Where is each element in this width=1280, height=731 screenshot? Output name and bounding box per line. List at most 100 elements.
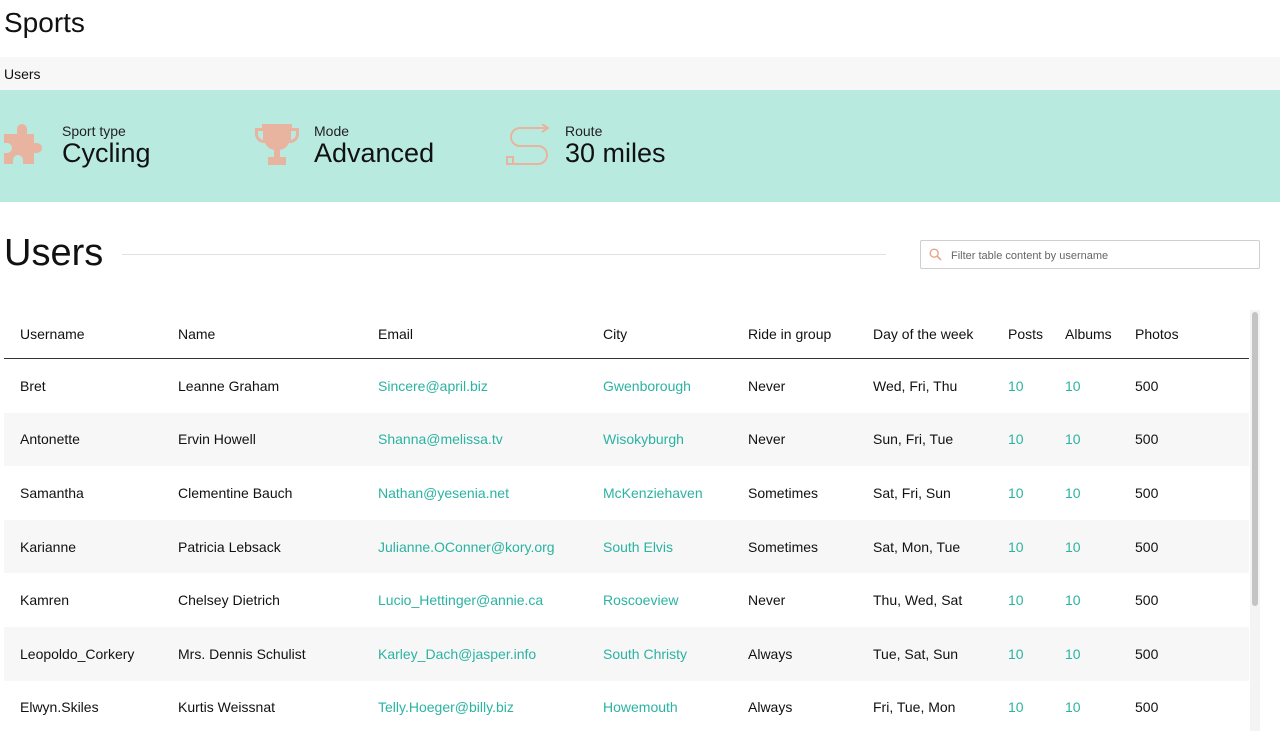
- cell-username: Elwyn.Skiles: [20, 699, 99, 716]
- cell-username: Leopoldo_Corkery: [4, 626, 162, 681]
- stat-label: Route: [565, 123, 603, 139]
- cell-email[interactable]: Lucio_Hettinger@annie.ca: [362, 573, 587, 627]
- column-header-email[interactable]: Email: [362, 310, 587, 359]
- table-row[interactable]: Kamren Chelsey Dietrich Lucio_Hettinger@an…: [4, 573, 1249, 627]
- cell-ride-in-group: Sometimes: [732, 519, 857, 574]
- cell-posts[interactable]: 10: [992, 681, 1049, 731]
- cell-albums[interactable]: 10: [1049, 519, 1119, 574]
- cell-username: Bret: [20, 377, 46, 394]
- column-header-city[interactable]: City: [587, 310, 732, 359]
- table-row[interactable]: Bret Leanne Graham Sincere@april.biz Gwenbo…: [4, 359, 1249, 413]
- cell-photos: 500: [1135, 592, 1159, 609]
- table-body: Bret Leanne Graham Sincere@april.biz Gwenbo…: [4, 359, 1249, 731]
- column-header-photos[interactable]: Photos: [1119, 310, 1249, 359]
- cell-day-of-week: Thu, Wed, Sat: [873, 592, 963, 609]
- cell-albums[interactable]: 10: [1049, 573, 1119, 627]
- cell-username: Karianne: [4, 519, 162, 574]
- cell-username: Kamren: [20, 592, 70, 609]
- scrollbar-thumb[interactable]: [1252, 312, 1258, 606]
- cell-photos: 500: [1119, 626, 1249, 681]
- cell-posts[interactable]: 10: [992, 412, 1049, 467]
- table-row[interactable]: Elwyn.Skiles Kurtis Weissnat Telly.Hoeger@…: [4, 681, 1249, 731]
- cell-ride-in-group: Sometimes: [748, 484, 819, 501]
- stat-value: Advanced: [314, 138, 435, 168]
- search-input[interactable]: [949, 244, 1253, 267]
- table-row[interactable]: Samantha Clementine Bauch Nathan@yesenia.n…: [4, 466, 1249, 520]
- table-scrollbar[interactable]: [1250, 310, 1260, 731]
- cell-city[interactable]: South Elvis: [587, 519, 732, 574]
- puzzle-icon: [4, 124, 50, 170]
- cell-albums[interactable]: 10: [1049, 466, 1119, 520]
- cell-albums[interactable]: 10: [1049, 626, 1119, 681]
- cell-day-of-week: Fri, Tue, Mon: [873, 699, 956, 716]
- cell-ride-in-group: Always: [732, 626, 857, 681]
- cell-username: Antonette: [4, 412, 162, 467]
- cell-city[interactable]: Gwenborough: [587, 359, 732, 413]
- stats-banner: Sport type Cycling Mode Advanced Route 3…: [0, 90, 1280, 202]
- cell-name: Ervin Howell: [162, 412, 362, 467]
- column-header-albums[interactable]: Albums: [1049, 310, 1119, 359]
- breadcrumb-item-users[interactable]: Users: [4, 66, 41, 82]
- cell-city[interactable]: Howemouth: [587, 681, 732, 731]
- cell-name: Chelsey Dietrich: [178, 592, 280, 609]
- cell-email[interactable]: Karley_Dach@jasper.info: [362, 626, 587, 681]
- cell-city[interactable]: Wisokyburgh: [587, 412, 732, 467]
- cell-name: Leanne Graham: [178, 377, 280, 394]
- stat-label: Sport type: [62, 123, 126, 139]
- cell-ride-in-group: Never: [748, 377, 786, 394]
- cell-email[interactable]: Telly.Hoeger@billy.biz: [362, 681, 587, 731]
- column-header-name[interactable]: Name: [162, 310, 362, 359]
- cell-name: Patricia Lebsack: [162, 519, 362, 574]
- users-table-container: Username Name Email City Ride in group Day of…: [4, 310, 1249, 731]
- search-box[interactable]: [920, 240, 1260, 269]
- app-title: Sports: [4, 7, 85, 38]
- route-icon: [506, 123, 552, 170]
- section-divider: [122, 254, 886, 255]
- users-table: Username Name Email City Ride in group Day of…: [4, 310, 1249, 731]
- search-icon: [929, 248, 942, 261]
- table-row[interactable]: Antonette Ervin Howell Shanna@melissa.tv Wi…: [4, 412, 1249, 467]
- stat-value: Cycling: [62, 138, 151, 168]
- cell-day-of-week: Wed, Fri, Thu: [873, 377, 958, 394]
- cell-photos: 500: [1119, 412, 1249, 467]
- cell-posts[interactable]: 10: [992, 573, 1049, 627]
- cell-city[interactable]: South Christy: [587, 626, 732, 681]
- table-row[interactable]: Karianne Patricia Lebsack Julianne.OConner…: [4, 519, 1249, 574]
- cell-photos: 500: [1135, 699, 1159, 716]
- cell-name: Kurtis Weissnat: [178, 699, 275, 716]
- cell-ride-in-group: Always: [748, 699, 793, 716]
- cell-city[interactable]: McKenziehaven: [587, 466, 732, 520]
- cell-albums[interactable]: 10: [1049, 412, 1119, 467]
- users-section-title: Users: [4, 232, 104, 274]
- cell-posts[interactable]: 10: [992, 626, 1049, 681]
- stat-label: Mode: [314, 123, 350, 139]
- table-row[interactable]: Leopoldo_Corkery Mrs. Dennis Schulist Karl…: [4, 626, 1249, 681]
- cell-day-of-week: Sat, Fri, Sun: [873, 484, 951, 501]
- cell-email[interactable]: Julianne.OConner@kory.org: [362, 519, 587, 574]
- cell-photos: 500: [1135, 377, 1159, 394]
- cell-day-of-week: Sun, Fri, Tue: [857, 412, 992, 467]
- trophy-icon: [255, 124, 301, 170]
- cell-posts[interactable]: 10: [992, 466, 1049, 520]
- column-header-posts[interactable]: Posts: [992, 310, 1049, 359]
- cell-photos: 500: [1119, 519, 1249, 574]
- cell-city[interactable]: Roscoeview: [587, 573, 732, 627]
- cell-email[interactable]: Sincere@april.biz: [362, 359, 587, 413]
- cell-email[interactable]: Nathan@yesenia.net: [362, 466, 587, 520]
- cell-albums[interactable]: 10: [1049, 681, 1119, 731]
- cell-photos: 500: [1135, 484, 1159, 501]
- cell-name: Clementine Bauch: [178, 484, 293, 501]
- column-header-ride-in-group[interactable]: Ride in group: [732, 310, 857, 359]
- cell-name: Mrs. Dennis Schulist: [162, 626, 362, 681]
- column-header-username[interactable]: Username: [4, 310, 162, 359]
- column-header-day-of-week[interactable]: Day of the week: [857, 310, 992, 359]
- table-header-row: Username Name Email City Ride in group Day of…: [4, 310, 1249, 359]
- cell-posts[interactable]: 10: [992, 359, 1049, 413]
- cell-posts[interactable]: 10: [992, 519, 1049, 574]
- cell-albums[interactable]: 10: [1049, 359, 1119, 413]
- cell-username: Samantha: [20, 484, 84, 501]
- cell-day-of-week: Tue, Sat, Sun: [857, 626, 992, 681]
- breadcrumb: Users: [0, 57, 1280, 90]
- cell-email[interactable]: Shanna@melissa.tv: [362, 412, 587, 467]
- cell-ride-in-group: Never: [748, 592, 786, 609]
